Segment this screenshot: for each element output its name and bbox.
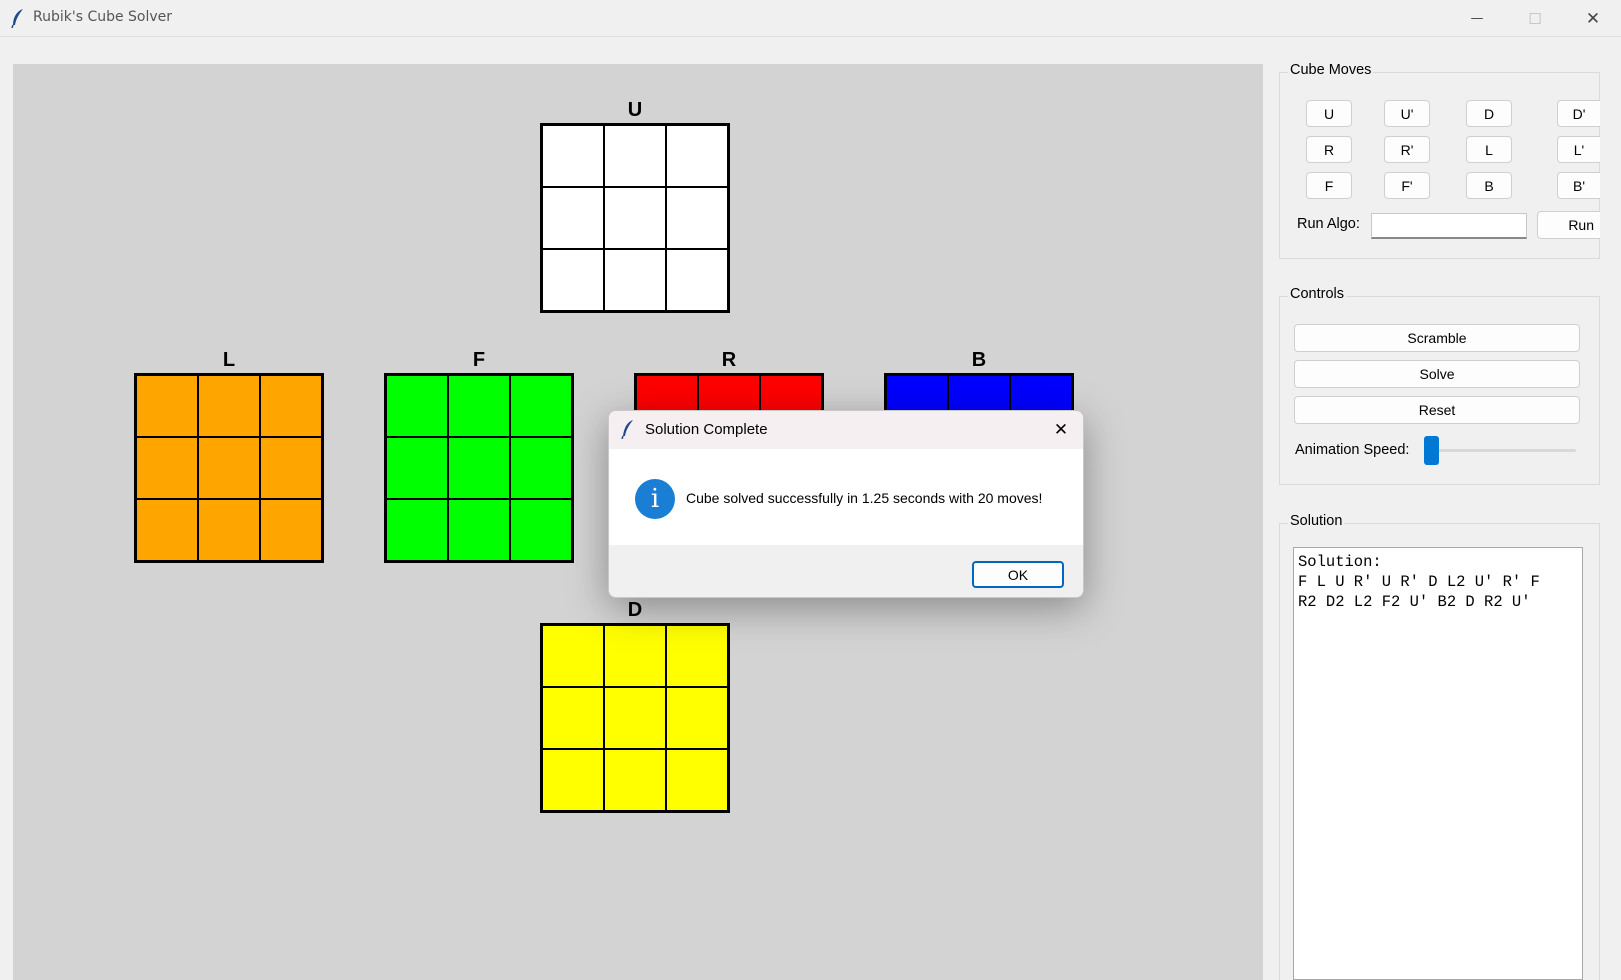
sticker bbox=[542, 749, 604, 811]
sticker bbox=[604, 687, 666, 749]
move-button-r[interactable]: R bbox=[1306, 136, 1352, 163]
dialog-title: Solution Complete bbox=[645, 421, 768, 438]
sticker bbox=[260, 499, 322, 561]
sticker bbox=[604, 625, 666, 687]
scramble-button[interactable]: Scramble bbox=[1294, 324, 1580, 352]
solution-textbox[interactable]: Solution: F L U R' U R' D L2 U' R' F R2 … bbox=[1293, 547, 1583, 980]
animation-speed-label: Animation Speed: bbox=[1295, 442, 1410, 458]
face-label-f: F bbox=[472, 349, 486, 371]
run-button[interactable]: Run bbox=[1537, 211, 1600, 239]
maximize-icon: ☐ bbox=[1528, 9, 1542, 28]
sticker bbox=[448, 375, 510, 437]
dialog-message: Cube solved successfully in 1.25 seconds… bbox=[686, 490, 1043, 506]
close-icon: ✕ bbox=[1585, 8, 1601, 29]
sticker bbox=[448, 437, 510, 499]
sticker bbox=[542, 187, 604, 249]
sticker bbox=[260, 375, 322, 437]
move-button-u[interactable]: U bbox=[1306, 100, 1352, 127]
feather-icon bbox=[11, 9, 23, 28]
ok-button[interactable]: OK bbox=[972, 561, 1064, 588]
window-title: Rubik's Cube Solver bbox=[33, 9, 173, 25]
sticker bbox=[666, 187, 728, 249]
sticker bbox=[666, 687, 728, 749]
face-f bbox=[384, 373, 574, 563]
sticker bbox=[604, 749, 666, 811]
move-button-b-prime[interactable]: B' bbox=[1557, 172, 1600, 199]
move-button-r-prime[interactable]: R' bbox=[1384, 136, 1430, 163]
controls-title: Controls bbox=[1288, 286, 1346, 302]
move-button-u-prime[interactable]: U' bbox=[1384, 100, 1430, 127]
sticker bbox=[386, 437, 448, 499]
move-button-f[interactable]: F bbox=[1306, 172, 1352, 199]
face-label-r: R bbox=[721, 349, 737, 371]
sticker bbox=[198, 375, 260, 437]
move-button-f-prime[interactable]: F' bbox=[1384, 172, 1430, 199]
sticker bbox=[604, 125, 666, 187]
close-icon: ✕ bbox=[1053, 420, 1069, 440]
sticker bbox=[666, 249, 728, 311]
sticker bbox=[666, 749, 728, 811]
sticker bbox=[542, 125, 604, 187]
sticker bbox=[136, 375, 198, 437]
sticker bbox=[198, 437, 260, 499]
face-d bbox=[540, 623, 730, 813]
face-label-b: B bbox=[971, 349, 987, 371]
sticker bbox=[666, 625, 728, 687]
window-titlebar: Rubik's Cube Solver — ☐ ✕ bbox=[0, 0, 1621, 37]
cube-moves-title: Cube Moves bbox=[1288, 62, 1374, 78]
move-button-d[interactable]: D bbox=[1466, 100, 1512, 127]
feather-icon bbox=[621, 420, 633, 439]
sticker bbox=[604, 187, 666, 249]
sticker bbox=[542, 249, 604, 311]
minimize-icon: — bbox=[1470, 11, 1484, 26]
sticker bbox=[386, 375, 448, 437]
move-button-l[interactable]: L bbox=[1466, 136, 1512, 163]
sticker bbox=[666, 125, 728, 187]
run-algo-label: Run Algo: bbox=[1297, 216, 1360, 232]
sticker bbox=[136, 499, 198, 561]
sticker bbox=[604, 249, 666, 311]
move-button-l-prime[interactable]: L' bbox=[1557, 136, 1600, 163]
animation-speed-slider[interactable] bbox=[1432, 449, 1576, 452]
sticker bbox=[260, 437, 322, 499]
sticker bbox=[510, 499, 572, 561]
sticker bbox=[198, 499, 260, 561]
sticker bbox=[510, 375, 572, 437]
sticker bbox=[542, 687, 604, 749]
solve-button[interactable]: Solve bbox=[1294, 360, 1580, 388]
sticker bbox=[448, 499, 510, 561]
solution-title: Solution bbox=[1288, 513, 1345, 529]
animation-speed-slider-thumb[interactable] bbox=[1424, 436, 1439, 465]
move-button-b[interactable]: B bbox=[1466, 172, 1512, 199]
dialog-titlebar: Solution Complete ✕ bbox=[609, 411, 1083, 449]
face-u bbox=[540, 123, 730, 313]
run-algo-input[interactable] bbox=[1371, 213, 1527, 239]
minimize-button[interactable]: — bbox=[1448, 0, 1506, 37]
reset-button[interactable]: Reset bbox=[1294, 396, 1580, 424]
info-icon: i bbox=[635, 479, 675, 519]
sticker bbox=[386, 499, 448, 561]
face-label-d: D bbox=[627, 599, 643, 621]
dialog-close-button[interactable]: ✕ bbox=[1045, 415, 1077, 445]
close-button[interactable]: ✕ bbox=[1564, 0, 1621, 37]
sticker bbox=[510, 437, 572, 499]
sticker bbox=[136, 437, 198, 499]
face-l bbox=[134, 373, 324, 563]
sticker bbox=[542, 625, 604, 687]
face-label-l: L bbox=[222, 349, 236, 371]
maximize-button[interactable]: ☐ bbox=[1506, 0, 1564, 37]
solution-complete-dialog: Solution Complete ✕ i Cube solved succes… bbox=[608, 410, 1084, 598]
move-button-d-prime[interactable]: D' bbox=[1557, 100, 1600, 127]
face-label-u: U bbox=[627, 99, 643, 121]
